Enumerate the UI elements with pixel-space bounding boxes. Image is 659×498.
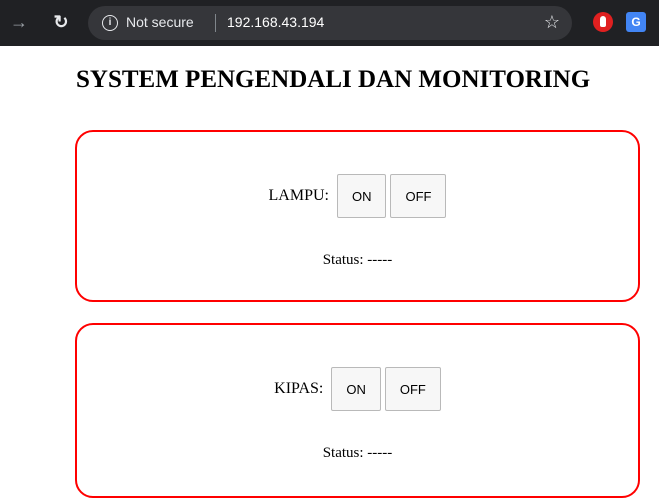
- lampu-control-row: LAMPU: ON OFF: [77, 174, 638, 218]
- forward-icon[interactable]: →: [8, 11, 30, 33]
- kipas-off-button[interactable]: OFF: [384, 367, 441, 411]
- kipas-control-row: KIPAS: ON OFF: [77, 367, 638, 411]
- address-divider: [215, 14, 216, 32]
- browser-toolbar: → ↻ i Not secure 192.168.43.194 ☆ G: [0, 0, 659, 46]
- kipas-status: Status: -----: [322, 445, 393, 461]
- security-label[interactable]: Not secure: [126, 14, 194, 30]
- reload-icon[interactable]: ↻: [50, 11, 72, 33]
- lampu-status: Status: -----: [322, 252, 393, 268]
- lampu-label: LAMPU:: [268, 187, 329, 204]
- page-title: SYSTEM PENGENDALI DAN MONITORING: [76, 66, 591, 93]
- bookmark-star-icon[interactable]: ☆: [544, 12, 560, 33]
- address-bar[interactable]: i Not secure 192.168.43.194 ☆: [88, 6, 572, 40]
- kipas-panel: KIPAS: ON OFF Status: -----: [75, 323, 640, 498]
- lampu-on-button[interactable]: ON: [336, 174, 387, 218]
- url-text[interactable]: 192.168.43.194: [227, 14, 324, 30]
- kipas-on-button[interactable]: ON: [331, 367, 381, 411]
- lampu-panel: LAMPU: ON OFF Status: -----: [75, 130, 640, 302]
- info-icon[interactable]: i: [102, 15, 118, 31]
- translate-extension-icon[interactable]: G: [626, 12, 646, 32]
- kipas-label: KIPAS:: [274, 380, 324, 397]
- red-hand-extension-icon[interactable]: [593, 12, 613, 32]
- lampu-off-button[interactable]: OFF: [390, 174, 447, 218]
